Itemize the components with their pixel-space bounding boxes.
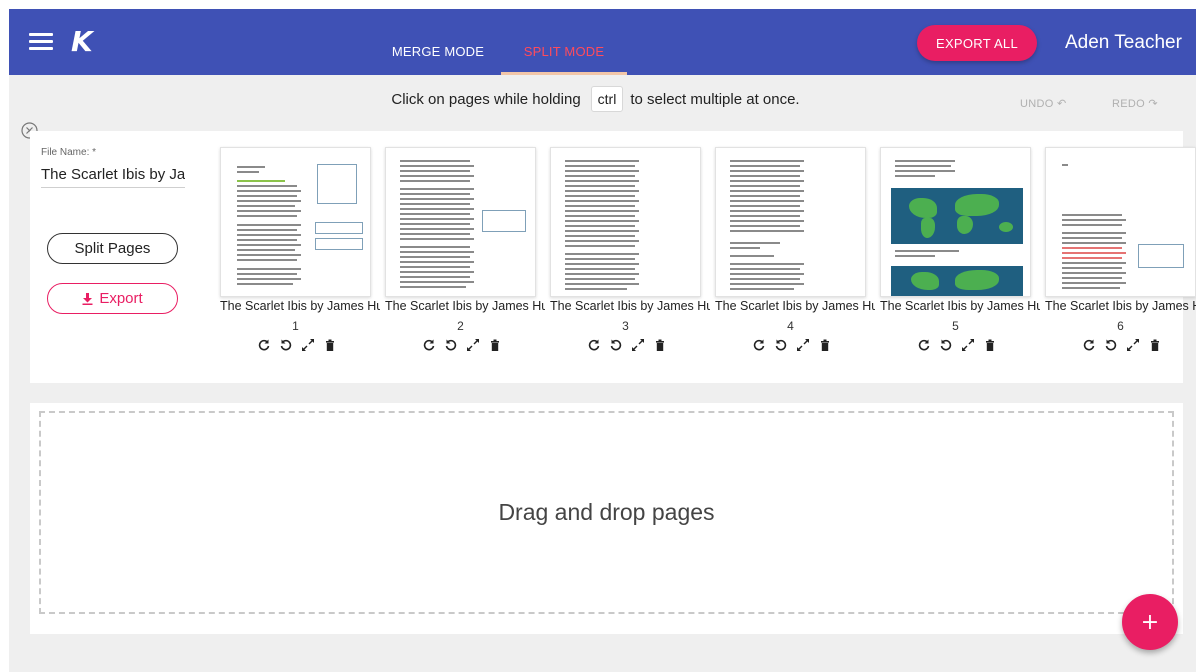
drop-zone-border: Drag and drop pages	[39, 411, 1174, 614]
export-all-button[interactable]: EXPORT ALL	[917, 25, 1037, 61]
rotate-left-icon[interactable]	[752, 338, 766, 352]
hint-text-end: to select multiple at once.	[630, 90, 800, 108]
page-number: 1	[292, 319, 299, 333]
trash-icon[interactable]	[323, 338, 337, 352]
page-actions	[917, 337, 997, 353]
page-name: The Scarlet Ibis by James Hurst	[715, 299, 875, 313]
user-name[interactable]: Aden Teacher	[1065, 31, 1182, 55]
page-thumbnail[interactable]	[880, 147, 1031, 297]
trash-icon[interactable]	[1148, 338, 1162, 352]
map-image	[891, 266, 1023, 296]
page-name: The Scarlet Ibis by James Hurst	[550, 299, 710, 313]
page-card-3[interactable]: The Scarlet Ibis by James Hurst 3	[550, 147, 715, 367]
export-button[interactable]: Export	[47, 283, 178, 314]
app-window: K MERGE MODE SPLIT MODE EXPORT ALL Aden …	[9, 9, 1196, 672]
page-card-2[interactable]: The Scarlet Ibis by James Hurst 2	[385, 147, 550, 367]
page-actions	[422, 337, 502, 353]
page-actions	[587, 337, 667, 353]
trash-icon[interactable]	[818, 338, 832, 352]
expand-icon[interactable]	[796, 338, 810, 352]
rotate-left-icon[interactable]	[1082, 338, 1096, 352]
expand-icon[interactable]	[1126, 338, 1140, 352]
expand-icon[interactable]	[301, 338, 315, 352]
map-image	[891, 188, 1023, 244]
rotate-right-icon[interactable]	[774, 338, 788, 352]
page-card-5[interactable]: The Scarlet Ibis by James Hurst 5	[880, 147, 1045, 367]
rotate-right-icon[interactable]	[279, 338, 293, 352]
page-thumbnail[interactable]	[385, 147, 536, 297]
file-name-input[interactable]	[41, 162, 185, 188]
page-thumbnail[interactable]	[715, 147, 866, 297]
top-app-bar: K MERGE MODE SPLIT MODE EXPORT ALL Aden …	[9, 9, 1196, 75]
download-icon	[82, 292, 93, 305]
page-name: The Scarlet Ibis by James Hurst	[220, 299, 380, 313]
tab-merge-mode[interactable]: MERGE MODE	[375, 9, 501, 75]
menu-icon[interactable]	[29, 33, 53, 51]
page-number: 3	[622, 319, 629, 333]
rotate-left-icon[interactable]	[257, 338, 271, 352]
hint-text-start: Click on pages while holding	[391, 90, 581, 108]
rotate-right-icon[interactable]	[939, 338, 953, 352]
rotate-left-icon[interactable]	[587, 338, 601, 352]
selection-hint: Click on pages while holding ctrl to sel…	[9, 86, 1196, 112]
drop-zone[interactable]: Drag and drop pages	[30, 403, 1183, 634]
page-name: The Scarlet Ibis by James Hurst	[385, 299, 545, 313]
app-logo[interactable]: K	[71, 26, 93, 58]
rotate-right-icon[interactable]	[444, 338, 458, 352]
page-number: 5	[952, 319, 959, 333]
tab-split-mode[interactable]: SPLIT MODE	[501, 9, 627, 75]
file-name-label: File Name: *	[41, 147, 97, 158]
drop-zone-text: Drag and drop pages	[498, 499, 715, 525]
export-label: Export	[99, 290, 143, 307]
trash-icon[interactable]	[653, 338, 667, 352]
page-thumbnail[interactable]	[550, 147, 701, 297]
page-actions	[1082, 337, 1162, 353]
page-name: The Scarlet Ibis by James Hurst	[880, 299, 1040, 313]
trash-icon[interactable]	[983, 338, 997, 352]
expand-icon[interactable]	[466, 338, 480, 352]
expand-icon[interactable]	[961, 338, 975, 352]
redo-button[interactable]: REDO ↷	[1112, 97, 1158, 110]
rotate-left-icon[interactable]	[422, 338, 436, 352]
page-actions	[257, 337, 337, 353]
page-card-4[interactable]: The Scarlet Ibis by James Hurst 4	[715, 147, 880, 367]
active-tab-indicator	[501, 72, 627, 75]
page-number: 6	[1117, 319, 1124, 333]
ctrl-key-badge: ctrl	[590, 86, 624, 112]
file-card: File Name: * Split Pages Export	[30, 131, 1196, 383]
page-thumbnail[interactable]	[1045, 147, 1196, 297]
trash-icon[interactable]	[488, 338, 502, 352]
page-number: 2	[457, 319, 464, 333]
split-pages-button[interactable]: Split Pages	[47, 233, 178, 264]
rotate-right-icon[interactable]	[609, 338, 623, 352]
page-name: The Scarlet Ibis by James Hurst	[1045, 299, 1196, 313]
rotate-right-icon[interactable]	[1104, 338, 1118, 352]
page-number: 4	[787, 319, 794, 333]
page-card-6[interactable]: The Scarlet Ibis by James Hurst 6	[1045, 147, 1196, 367]
rotate-left-icon[interactable]	[917, 338, 931, 352]
page-card-1[interactable]: The Scarlet Ibis by James Hurst 1	[220, 147, 385, 367]
page-actions	[752, 337, 832, 353]
undo-button[interactable]: UNDO ↶	[1020, 97, 1066, 110]
page-thumbnail[interactable]	[220, 147, 371, 297]
expand-icon[interactable]	[631, 338, 645, 352]
add-file-button[interactable]: +	[1122, 594, 1178, 650]
